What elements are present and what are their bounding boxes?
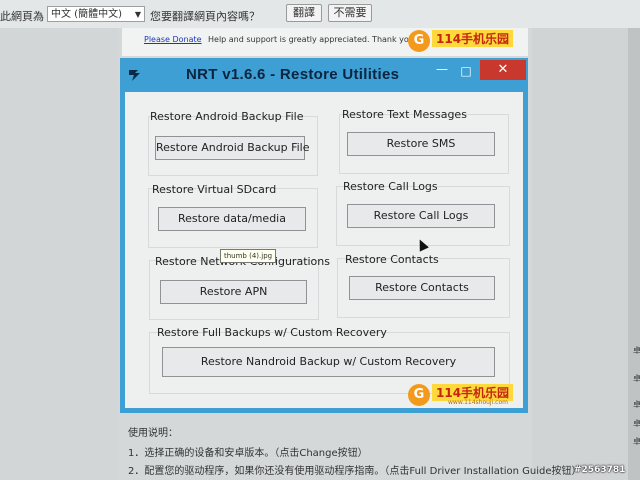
language-select-value: 中文 (簡體中文) [51, 9, 122, 20]
instructions-step-2: 2．配置您的驱动程序，如果你还没有使用驱动程序指南。（点击Full Driver… [128, 466, 582, 477]
instructions-step-1: 1．选择正确的设备和安卓版本。（点击Change按钮） [128, 448, 368, 459]
side-char: 卓 [633, 400, 640, 409]
page-left-margin [0, 28, 118, 480]
side-char: 卓 [633, 374, 640, 383]
window-titlebar[interactable]: NRT v1.6.6 - Restore Utilities — □ ✕ [120, 58, 528, 92]
restore-nandroid-button[interactable]: Restore Nandroid Backup w/ Custom Recove… [162, 347, 495, 377]
restore-apn-button[interactable]: Restore APN [160, 280, 307, 304]
side-char: 卓 [633, 437, 640, 446]
app-window: NRT v1.6.6 - Restore Utilities — □ ✕ Res… [120, 58, 528, 413]
restore-android-backup-button[interactable]: Restore Android Backup File [155, 136, 309, 160]
restore-sms-button[interactable]: Restore SMS [347, 132, 495, 156]
watermark-logo: G 114手机乐园 [408, 28, 526, 54]
group-title-text-messages: Restore Text Messages [342, 108, 467, 121]
restore-contacts-button[interactable]: Restore Contacts [349, 276, 495, 300]
watermark-logo-icon: G [408, 30, 430, 52]
instructions-heading: 使用说明： [128, 428, 178, 439]
watermark-logo-icon-bottom: G [408, 384, 430, 406]
translate-question: 您要翻譯網頁內容嗎？ [150, 10, 260, 23]
tooltip: thumb (4).jpg [220, 249, 277, 263]
group-title-android-backup: Restore Android Backup File [150, 110, 304, 123]
watermark-logo-bottom: G 114手机乐园 www.114shouji.com [408, 382, 526, 408]
group-title-full-backup: Restore Full Backups w/ Custom Recovery [157, 326, 387, 339]
group-title-call-logs: Restore Call Logs [343, 180, 438, 193]
group-title-sdcard: Restore Virtual SDcard [152, 183, 277, 196]
page-right-edge [628, 28, 640, 480]
donate-link[interactable]: Please Donate [144, 35, 202, 44]
translate-button[interactable]: 翻譯 [286, 4, 322, 22]
restore-data-media-button[interactable]: Restore data/media [158, 207, 306, 231]
donate-text: Help and support is greatly appreciated.… [208, 35, 418, 44]
language-select[interactable]: 中文 (簡體中文) ▼ [47, 6, 145, 22]
close-button[interactable]: ✕ [480, 60, 526, 80]
window-client: Restore Android Backup File Restore Andr… [125, 92, 523, 408]
page-right-column [532, 28, 640, 480]
restore-call-logs-button[interactable]: Restore Call Logs [347, 204, 495, 228]
no-thanks-button[interactable]: 不需要 [328, 4, 372, 22]
side-char: 卓 [633, 419, 640, 428]
minimize-button[interactable]: — [432, 63, 452, 82]
photo-id: #2563781 [574, 465, 626, 475]
watermark-text: 114手机乐园 [432, 30, 514, 47]
window-title: NRT v1.6.6 - Restore Utilities [186, 66, 400, 83]
side-char: 卓 [633, 346, 640, 355]
translate-prefix: 此網頁為 [0, 10, 44, 23]
app-icon [126, 66, 144, 84]
maximize-button[interactable]: □ [456, 64, 476, 82]
chevron-down-icon: ▼ [134, 10, 141, 19]
translate-bar: 此網頁為 中文 (簡體中文) ▼ 您要翻譯網頁內容嗎？ 翻譯 不需要 [0, 0, 640, 29]
watermark-url: www.114shouji.com [448, 399, 508, 406]
group-title-contacts: Restore Contacts [345, 253, 439, 266]
